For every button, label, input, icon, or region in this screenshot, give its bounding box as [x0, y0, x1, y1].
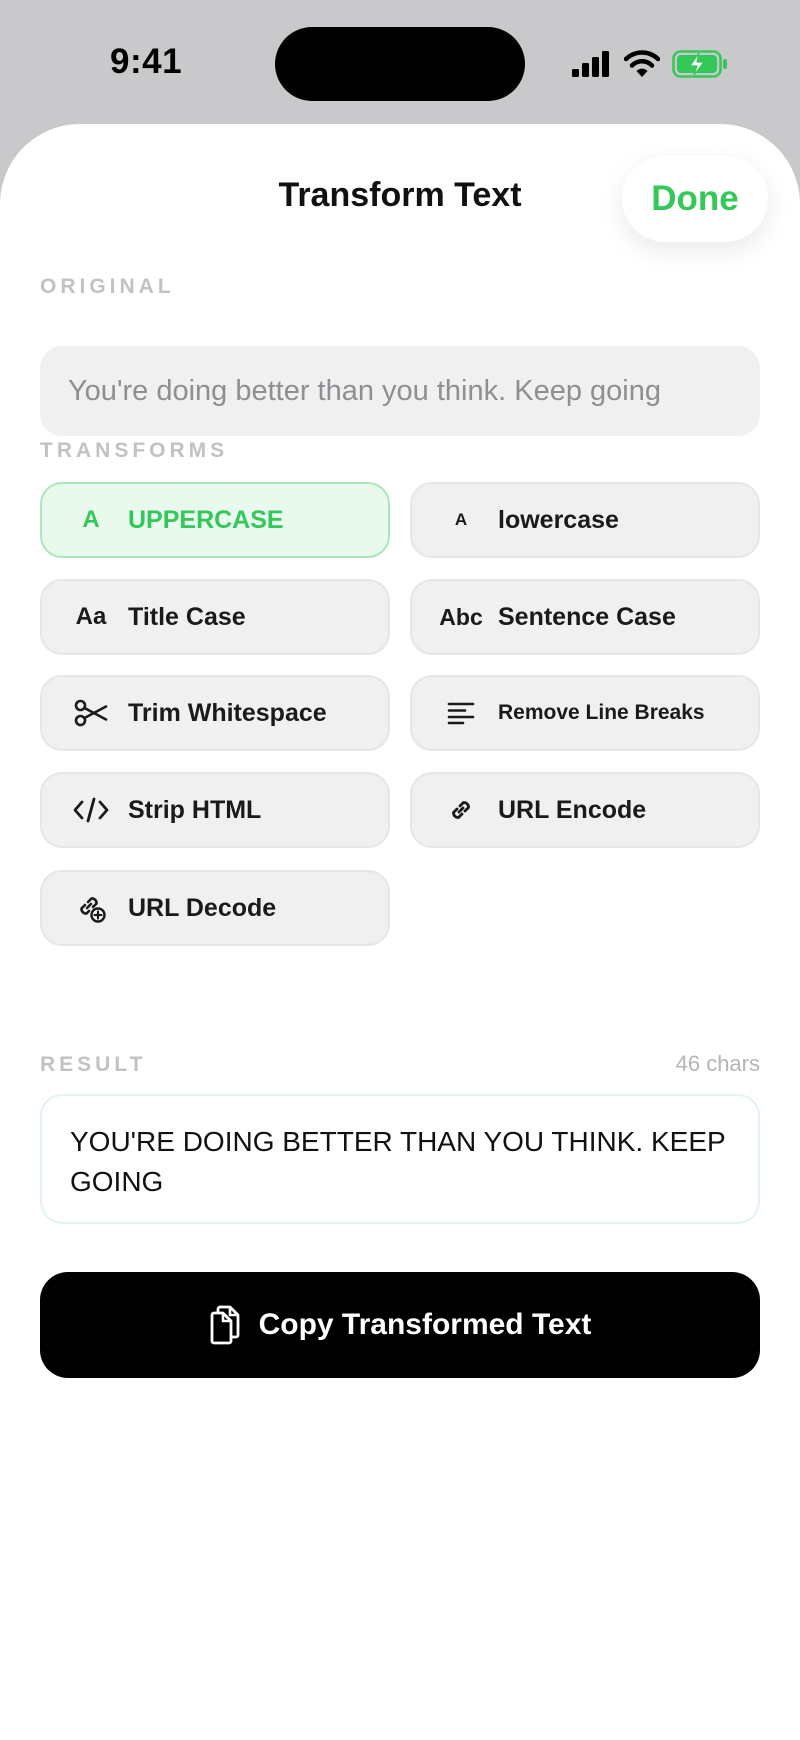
transforms-section-label: TRANSFORMS [40, 439, 229, 462]
result-text: YOU'RE DOING BETTER THAN YOU THINK. KEEP… [70, 1126, 726, 1197]
transform-label: lowercase [498, 505, 619, 534]
transform-label: Title Case [128, 602, 246, 631]
original-section-label: ORIGINAL [40, 275, 175, 298]
wifi-icon [624, 50, 660, 77]
result-text-box[interactable]: YOU'RE DOING BETTER THAN YOU THINK. KEEP… [40, 1094, 760, 1224]
cellular-signal-icon [572, 51, 609, 77]
transform-url-encode-button[interactable]: URL Encode [410, 772, 760, 848]
sentence-case-icon: Abc [439, 603, 483, 630]
transform-label: Remove Line Breaks [498, 701, 705, 724]
link-icon [440, 790, 482, 830]
done-button[interactable]: Done [622, 156, 768, 242]
transform-trim-whitespace-button[interactable]: Trim Whitespace [40, 675, 390, 751]
transform-label: Strip HTML [128, 795, 262, 824]
transform-sheet: Transform Text Done ORIGINAL You're doin… [0, 124, 800, 1740]
link-badge-icon [70, 888, 112, 928]
title-case-icon: Aa [75, 603, 107, 630]
copy-button-label: Copy Transformed Text [258, 1308, 592, 1341]
status-bar: 9:41 [0, 0, 800, 124]
original-text: You're doing better than you think. Keep… [68, 374, 661, 407]
status-time: 9:41 [110, 42, 183, 81]
copy-document-icon [210, 1305, 239, 1345]
transform-label: UPPERCASE [128, 505, 284, 534]
status-icons [572, 46, 728, 82]
align-left-lines-icon [440, 693, 482, 733]
lowercase-icon: A [454, 510, 468, 529]
transform-remove-line-breaks-button[interactable]: Remove Line Breaks [410, 675, 760, 751]
transform-label: URL Decode [128, 893, 277, 922]
copy-transformed-text-button[interactable]: Copy Transformed Text [40, 1272, 760, 1378]
battery-charging-icon [672, 50, 727, 78]
char-count: 46 chars [675, 1051, 760, 1076]
transform-sentence-case-button[interactable]: Abc Sentence Case [410, 579, 760, 655]
transform-url-decode-button[interactable]: URL Decode [40, 870, 390, 946]
result-section-label: RESULT [40, 1053, 147, 1076]
transform-uppercase-button[interactable]: A UPPERCASE [40, 482, 390, 558]
uppercase-icon: A [82, 506, 100, 533]
transform-title-case-button[interactable]: Aa Title Case [40, 579, 390, 655]
code-brackets-icon [70, 790, 112, 830]
scissors-icon [70, 693, 112, 733]
dynamic-island [275, 27, 525, 101]
transform-lowercase-button[interactable]: A lowercase [410, 482, 760, 558]
transform-label: URL Encode [498, 795, 647, 824]
transform-strip-html-button[interactable]: Strip HTML [40, 772, 390, 848]
original-text-field[interactable]: You're doing better than you think. Keep… [40, 346, 760, 436]
transform-label: Trim Whitespace [128, 698, 327, 727]
transform-label: Sentence Case [498, 602, 676, 631]
